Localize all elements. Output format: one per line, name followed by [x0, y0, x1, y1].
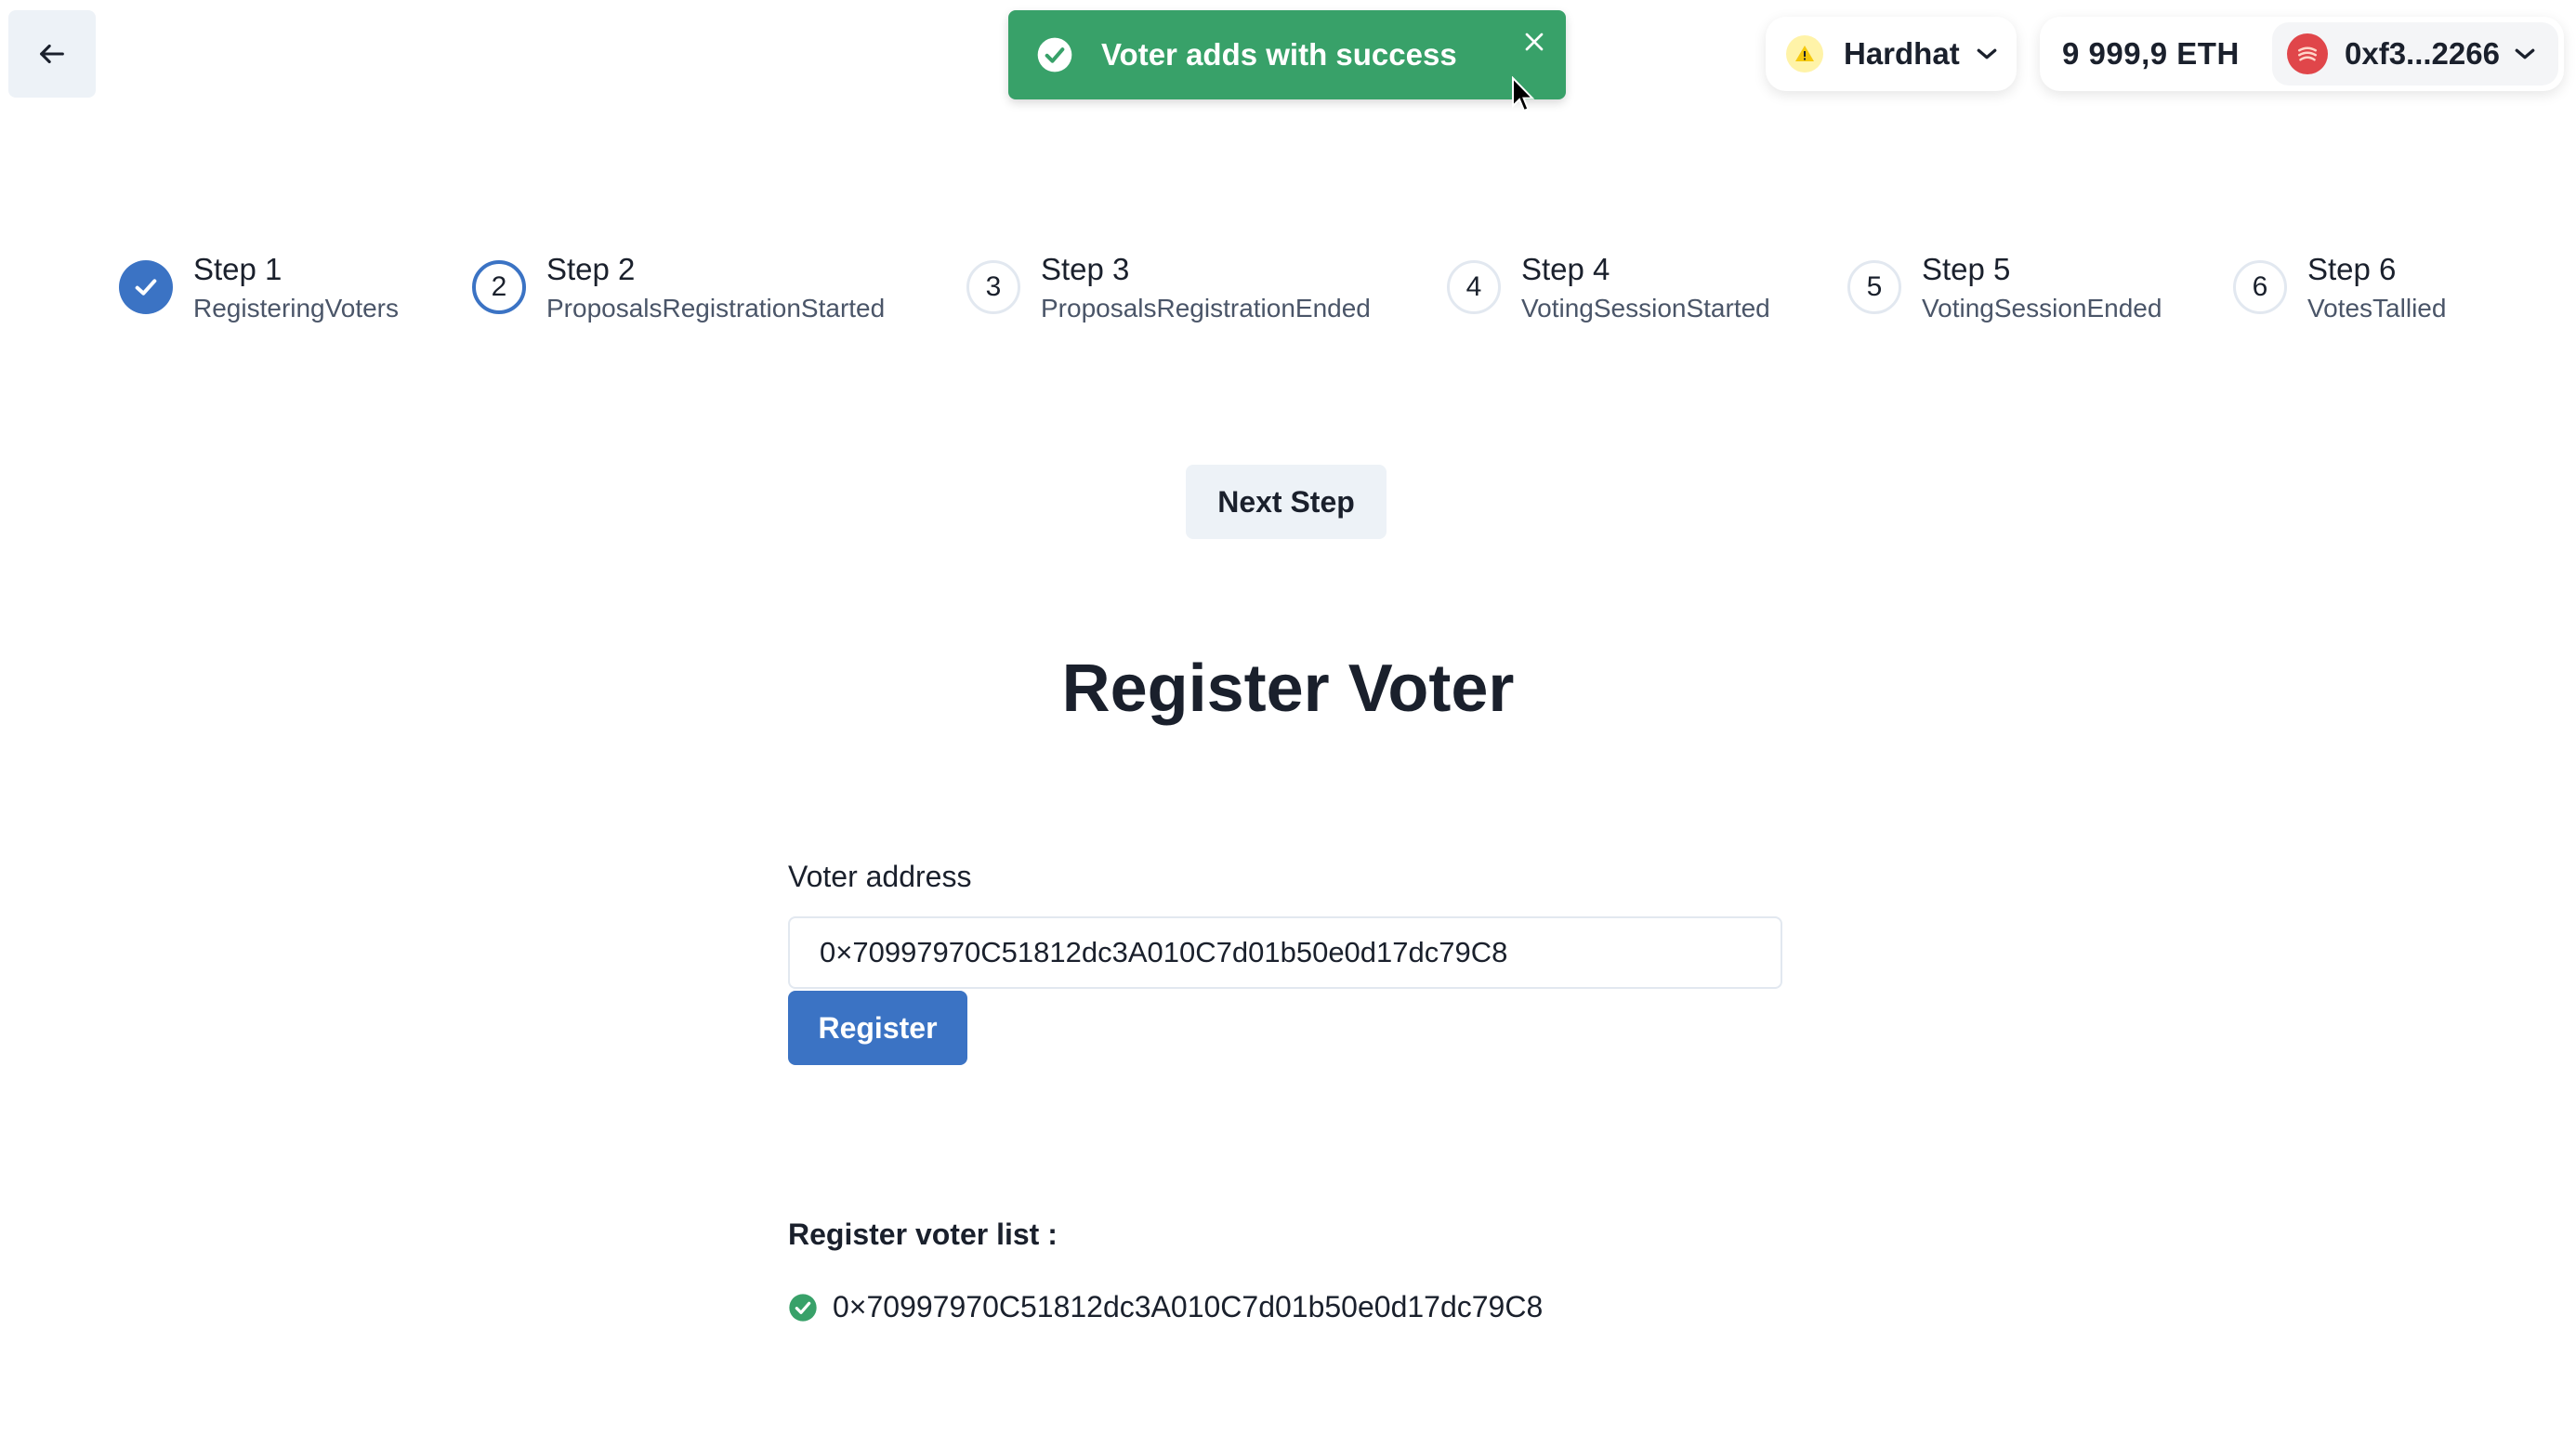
voter-address: 0×70997970C51812dc3A010C7d01b50e0d17dc79…	[833, 1290, 1544, 1323]
step-description: ProposalsRegistrationStarted	[546, 294, 886, 323]
back-button[interactable]	[8, 10, 96, 98]
step-6: 6 Step 6 VotesTallied	[2233, 251, 2446, 325]
page-title: Register Voter	[1061, 652, 1515, 726]
step-description: VotingSessionEnded	[1922, 294, 2162, 323]
step-2: 2 Step 2 ProposalsRegistrationStarted	[472, 251, 885, 325]
step-indicator	[119, 260, 173, 314]
success-toast: Voter adds with success	[1008, 10, 1566, 99]
check-circle-icon	[789, 1293, 817, 1322]
account-button[interactable]: 0xf3...2266	[2272, 22, 2558, 86]
step-indicator: 3	[966, 260, 1020, 314]
step-title: Step 4	[1521, 252, 1610, 286]
close-icon[interactable]	[1519, 27, 1549, 57]
arrow-left-icon	[40, 44, 64, 64]
step-title: Step 3	[1041, 252, 1130, 286]
step-description: VotingSessionStarted	[1521, 294, 1770, 323]
mouse-cursor-icon	[1512, 76, 1535, 112]
step-description: ProposalsRegistrationEnded	[1041, 294, 1371, 323]
list-item: 0×70997970C51812dc3A010C7d01b50e0d17dc79…	[788, 1290, 1543, 1324]
voter-address-input[interactable]	[788, 916, 1782, 989]
check-circle-icon	[1037, 37, 1072, 72]
step-description: VotesTallied	[2307, 294, 2447, 323]
warning-icon	[1786, 35, 1823, 72]
next-step-button[interactable]: Next Step	[1186, 465, 1387, 539]
step-title: Step 5	[1922, 252, 2011, 286]
voter-address-label: Voter address	[788, 860, 972, 893]
account-address: 0xf3...2266	[2345, 36, 2500, 71]
step-indicator: 4	[1447, 260, 1501, 314]
check-icon	[135, 279, 157, 296]
account-widget: 9 999,9 ETH 0xf3...2266	[2040, 17, 2564, 91]
step-title: Step 2	[546, 252, 636, 286]
step-1: Step 1 RegisteringVoters	[119, 251, 399, 325]
step-title: Step 6	[2307, 252, 2397, 286]
chevron-down-icon	[1977, 48, 1997, 59]
account-avatar-icon	[2287, 33, 2328, 74]
step-4: 4 Step 4 VotingSessionStarted	[1447, 251, 1770, 325]
network-name: Hardhat	[1844, 36, 1960, 71]
eth-balance: 9 999,9 ETH	[2062, 36, 2240, 71]
step-title: Step 1	[193, 252, 283, 286]
step-indicator: 5	[1847, 260, 1901, 314]
step-indicator: 6	[2233, 260, 2287, 314]
register-button[interactable]: Register	[788, 991, 967, 1065]
chevron-down-icon	[2515, 48, 2535, 59]
step-indicator: 2	[472, 260, 526, 314]
network-selector[interactable]: Hardhat	[1766, 17, 2017, 91]
step-description: RegisteringVoters	[193, 294, 400, 323]
step-3: 3 Step 3 ProposalsRegistrationEnded	[966, 251, 1371, 325]
toast-message: Voter adds with success	[1101, 37, 1457, 72]
voter-list-title: Register voter list :	[788, 1218, 1058, 1251]
step-5: 5 Step 5 VotingSessionEnded	[1847, 251, 2162, 325]
